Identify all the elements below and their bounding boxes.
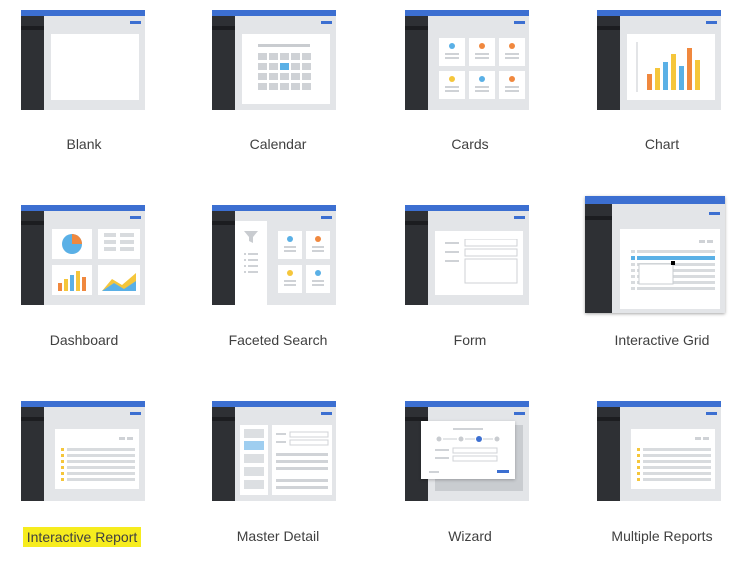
template-faceted-search[interactable]: Faceted Search [188,196,368,376]
cards-grid-icon [439,38,525,99]
dashboard-thumbnail [21,205,145,305]
template-label: Wizard [448,528,492,544]
template-label: Cards [451,136,489,152]
template-label: Dashboard [49,332,119,348]
wizard-thumbnail [405,401,529,501]
template-dashboard[interactable]: Dashboard [0,196,180,376]
form-thumbnail [405,205,529,305]
template-multiple-reports[interactable]: Multiple Reports [572,392,739,572]
template-label: Master Detail [236,528,320,544]
report-rows-icon [61,437,135,481]
template-label: Form [453,332,487,348]
interactive-report-thumbnail [21,401,145,501]
cards-thumbnail [405,10,529,110]
template-label: Interactive Report [0,527,172,547]
bar-chart-icon [636,42,700,92]
cards-grid-icon [278,231,330,293]
template-cards[interactable]: Cards [380,0,560,180]
template-form[interactable]: Form [380,196,560,376]
template-blank[interactable]: Blank [0,0,180,180]
report-rows-icon [637,437,711,481]
blank-thumbnail [21,10,145,110]
master-detail-icon [240,425,332,495]
form-fields-icon [445,239,518,284]
grid-table-icon [631,240,715,290]
template-calendar[interactable]: Calendar [188,0,368,180]
template-label: Faceted Search [228,332,328,348]
highlighted-template-label: Interactive Report [22,527,142,547]
template-interactive-grid[interactable]: Interactive Grid [572,196,739,376]
template-label: Blank [66,136,102,152]
faceted-search-thumbnail [212,205,336,305]
template-chart[interactable]: Chart [572,0,739,180]
master-detail-thumbnail [212,401,336,501]
template-label: Chart [644,136,680,152]
filter-icon [244,231,258,273]
calendar-thumbnail [212,10,336,110]
wizard-steps-icon [429,428,509,473]
chart-thumbnail [597,10,721,110]
template-interactive-report[interactable]: Interactive Report [0,392,180,572]
interactive-grid-thumbnail [585,196,725,313]
calendar-grid-icon [258,44,311,90]
template-wizard[interactable]: Wizard [380,392,560,572]
template-label: Calendar [249,136,307,152]
dashboard-widgets-icon [52,229,140,295]
multiple-reports-thumbnail [597,401,721,501]
template-label: Interactive Grid [614,332,710,348]
template-label: Multiple Reports [611,528,713,544]
template-master-detail[interactable]: Master Detail [188,392,368,572]
